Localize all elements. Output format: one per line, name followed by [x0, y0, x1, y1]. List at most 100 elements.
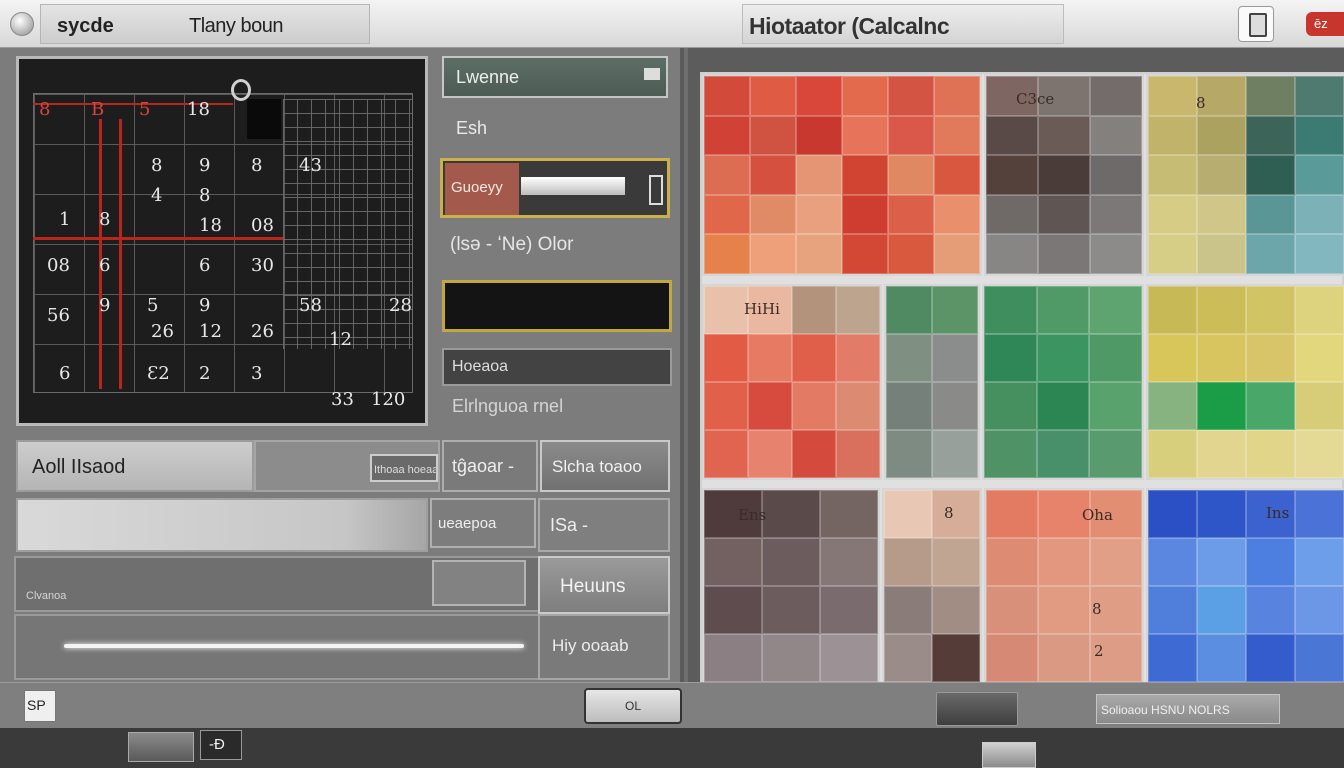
color-select[interactable]: Guoeyy [440, 158, 670, 218]
row3-knob[interactable] [432, 560, 526, 606]
palette-swatch[interactable] [932, 490, 980, 538]
palette-swatch[interactable] [1148, 76, 1197, 116]
palette-swatch[interactable] [1090, 76, 1142, 116]
palette-swatch[interactable] [796, 155, 842, 195]
palette-swatch[interactable] [1197, 430, 1246, 478]
palette-swatch[interactable] [1197, 155, 1246, 195]
palette-swatch[interactable] [842, 194, 888, 235]
calendar-day[interactable]: 8 [199, 185, 210, 206]
palette-swatch[interactable] [762, 538, 820, 586]
palette-swatch[interactable] [1148, 490, 1197, 538]
row2-button-a[interactable]: ueaepoa [430, 498, 536, 548]
calendar-day[interactable]: 12 [199, 321, 222, 342]
palette-swatch[interactable] [884, 490, 932, 538]
palette-swatch[interactable] [704, 234, 750, 274]
calendar-day[interactable]: 08 [251, 215, 274, 236]
dark-input[interactable] [442, 280, 672, 332]
palette-swatch[interactable] [1089, 430, 1142, 478]
palette-swatch[interactable] [1295, 490, 1344, 538]
palette-swatch[interactable] [836, 286, 880, 334]
status-icon[interactable]: SP [24, 690, 56, 722]
palette-swatch[interactable] [1038, 634, 1090, 682]
palette-swatch[interactable] [792, 286, 836, 334]
palette-swatch[interactable] [1038, 194, 1090, 235]
palette-swatch[interactable] [1295, 115, 1344, 156]
palette-block[interactable] [982, 284, 1144, 480]
palette-swatch[interactable] [1197, 538, 1246, 586]
row1-button-b[interactable]: Slcha toaoo [540, 440, 670, 492]
palette-swatch[interactable] [704, 286, 748, 334]
palette-swatch[interactable] [704, 155, 750, 195]
palette-swatch[interactable] [934, 155, 980, 195]
palette-swatch[interactable] [986, 115, 1038, 156]
palette-swatch[interactable] [1197, 234, 1246, 274]
palette-swatch[interactable] [762, 634, 820, 682]
palette-swatch[interactable] [1038, 234, 1090, 274]
palette-swatch[interactable] [888, 115, 934, 156]
row1-small-button[interactable]: Ithoaa hoeaa [370, 454, 438, 482]
palette-swatch[interactable] [1038, 115, 1090, 156]
close-badge-button[interactable]: ēz [1306, 12, 1344, 36]
palette-swatch[interactable] [984, 286, 1037, 334]
palette-block[interactable]: C3ce [984, 74, 1144, 276]
palette-swatch[interactable] [842, 76, 888, 116]
ok-button[interactable]: OL [584, 688, 682, 724]
palette-swatch[interactable] [1089, 382, 1142, 430]
calendar-day[interactable]: 4 [151, 185, 162, 206]
palette-block[interactable]: 8 [882, 488, 982, 684]
palette-swatch[interactable] [1295, 586, 1344, 634]
palette-swatch[interactable] [1295, 382, 1344, 430]
palette-swatch[interactable] [1036, 382, 1090, 430]
palette-swatch[interactable] [888, 194, 934, 235]
palette-swatch[interactable] [984, 382, 1037, 430]
palette-swatch[interactable] [1246, 115, 1295, 156]
palette-swatch[interactable] [984, 334, 1037, 382]
palette-swatch[interactable] [704, 586, 762, 634]
palette-swatch[interactable] [1038, 586, 1090, 634]
palette-swatch[interactable] [986, 234, 1038, 274]
calendar-day[interactable]: 58 [299, 295, 322, 316]
palette-swatch[interactable] [934, 234, 980, 274]
calendar-day[interactable]: 9 [99, 295, 110, 316]
palette-swatch[interactable] [792, 382, 836, 430]
palette-swatch[interactable] [1090, 234, 1142, 274]
palette-swatch[interactable] [1246, 430, 1295, 478]
palette-swatch[interactable] [704, 538, 762, 586]
name-field[interactable]: Lwenne [442, 56, 668, 98]
calendar-day[interactable]: 3 [251, 363, 262, 384]
calendar-day[interactable]: 6 [199, 255, 210, 276]
palette-swatch[interactable] [986, 538, 1038, 586]
palette-swatch[interactable] [934, 76, 980, 116]
palette-swatch[interactable] [886, 430, 932, 478]
palette-swatch[interactable] [986, 490, 1038, 538]
palette-swatch[interactable] [932, 586, 980, 634]
palette-swatch[interactable] [886, 286, 932, 334]
palette-swatch[interactable] [842, 155, 888, 195]
palette-swatch[interactable] [1148, 234, 1197, 274]
palette-swatch[interactable] [1148, 430, 1197, 478]
palette-swatch[interactable] [1148, 115, 1197, 156]
palette-swatch[interactable] [986, 586, 1038, 634]
palette-swatch[interactable] [796, 76, 842, 116]
palette-swatch[interactable] [1295, 234, 1344, 274]
palette-block[interactable]: Ens [702, 488, 880, 684]
palette-swatch[interactable] [986, 194, 1038, 235]
palette-swatch[interactable] [1246, 155, 1295, 195]
palette-swatch[interactable] [762, 586, 820, 634]
palette-swatch[interactable] [820, 586, 878, 634]
taskbar-label-button[interactable]: -Ð [200, 730, 242, 760]
palette-swatch[interactable] [888, 76, 934, 116]
calendar-day[interactable]: 8 [99, 209, 110, 230]
calendar-day[interactable]: 6 [99, 255, 110, 276]
palette-swatch[interactable] [1295, 155, 1344, 195]
palette-swatch[interactable] [792, 430, 836, 478]
search-input[interactable]: Hoeaoa [442, 348, 672, 386]
palette-swatch[interactable] [1090, 155, 1142, 195]
palette-swatch[interactable] [750, 234, 796, 274]
taskbar-button[interactable] [128, 732, 194, 762]
palette-swatch[interactable] [1090, 538, 1142, 586]
palette-swatch[interactable] [1246, 234, 1295, 274]
row1-button-a[interactable]: tĝaoar - [442, 440, 538, 492]
palette-swatch[interactable] [750, 194, 796, 235]
palette-swatch[interactable] [820, 538, 878, 586]
